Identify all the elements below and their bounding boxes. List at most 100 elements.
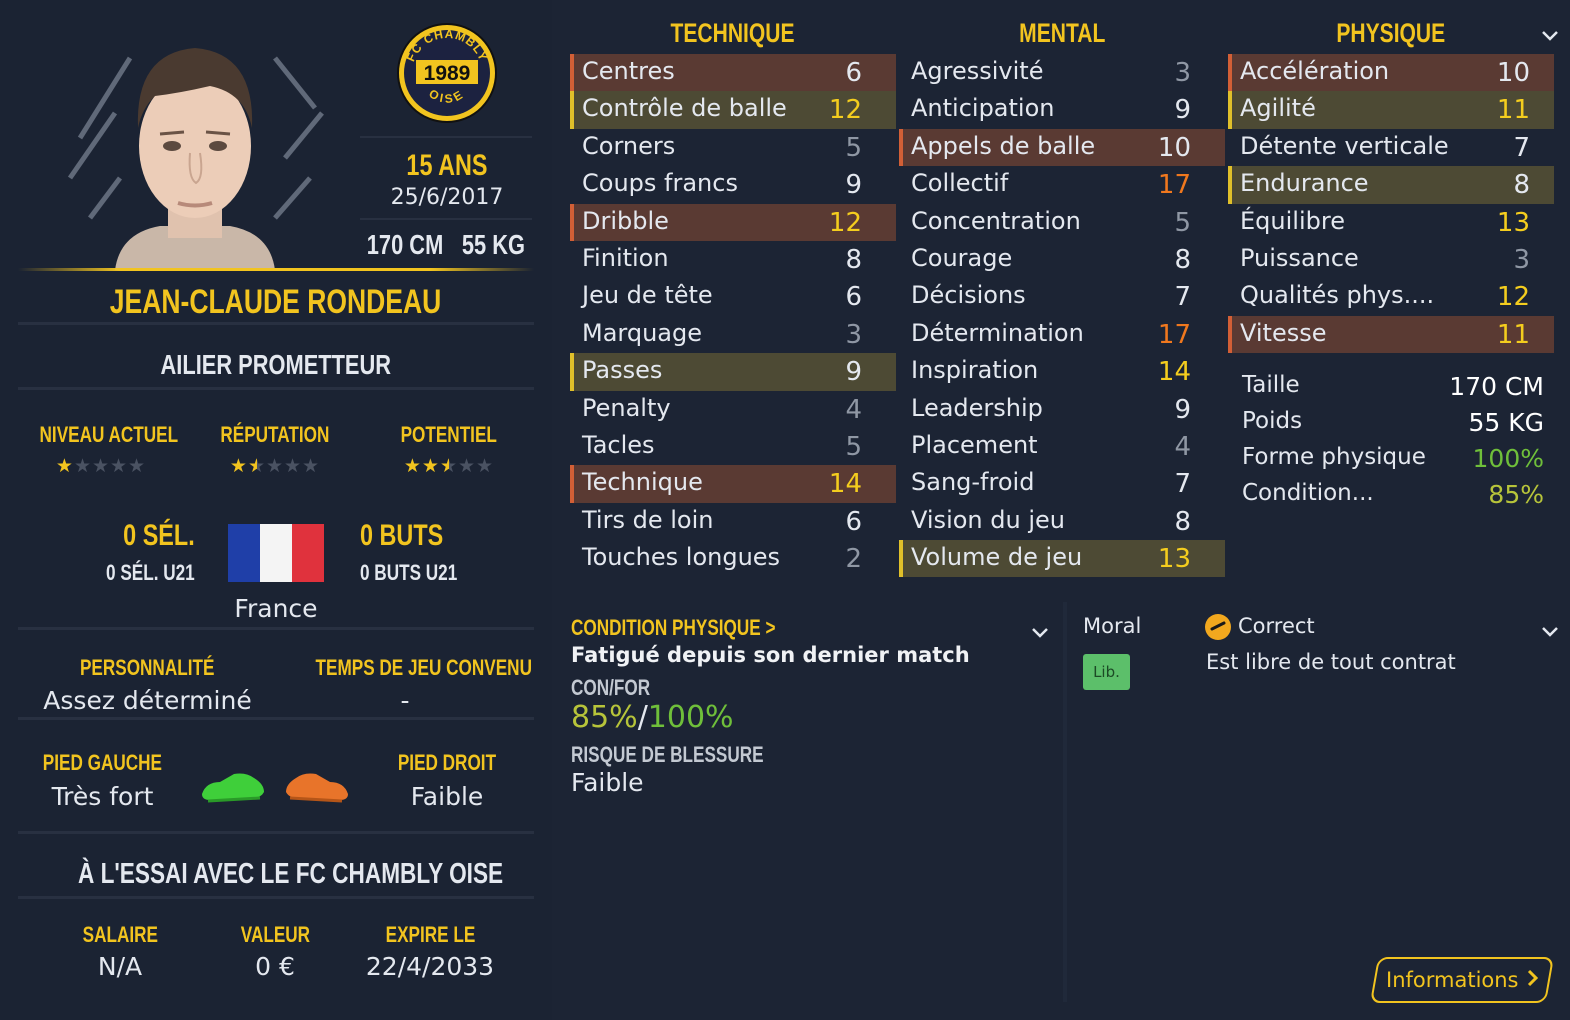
attribute-value: 9 <box>1174 394 1191 425</box>
player-role: AILIER PROMETTEUR <box>160 349 392 380</box>
attribute-row[interactable]: Placement 4 <box>899 428 1225 465</box>
mental-column: MENTAL Agressivité 3 Anticipation 9 Appels d… <box>899 18 1225 578</box>
contract-status: Est libre de tout contrat <box>1206 650 1456 674</box>
body-measure-label: Forme physique <box>1242 444 1426 470</box>
attribute-name: Appels de balle <box>911 131 1096 160</box>
attribute-value: 14 <box>1157 357 1191 388</box>
attribute-row[interactable]: Contrôle de balle 12 <box>570 91 896 129</box>
attribute-name: Marquage <box>582 318 703 347</box>
condition-header-link[interactable]: CONDITION PHYSIQUE > <box>571 615 776 641</box>
attribute-value: 6 <box>845 506 862 537</box>
attribute-name: Corners <box>582 131 676 160</box>
informations-button[interactable]: Informations <box>1369 957 1555 1003</box>
body-measure-row: Poids 55 KG <box>1242 404 1544 440</box>
attribute-row[interactable]: Accélération 10 <box>1228 54 1554 92</box>
attribute-row[interactable]: Penalty 4 <box>570 391 896 428</box>
attribute-value: 12 <box>828 95 862 126</box>
condition-status: Fatigué depuis son dernier match <box>571 643 970 667</box>
attribute-name: Vision du jeu <box>911 505 1065 534</box>
value-label: VALEUR <box>240 922 310 947</box>
player-age: 15 ANS <box>406 149 488 182</box>
attribute-row[interactable]: Centres 6 <box>570 54 896 92</box>
attribute-row[interactable]: Concentration 5 <box>899 204 1225 241</box>
attribute-value: 8 <box>1174 244 1191 275</box>
player-weight: 55 KG <box>461 229 525 260</box>
attribute-row[interactable]: Tacles 5 <box>570 428 896 465</box>
attribute-row[interactable]: Jeu de tête 6 <box>570 278 896 315</box>
attribute-row[interactable]: Puissance 3 <box>1228 241 1554 278</box>
attribute-row[interactable]: Inspiration 14 <box>899 353 1225 390</box>
attribute-value: 8 <box>1513 170 1530 201</box>
attribute-value: 11 <box>1496 95 1530 126</box>
attribute-value: 3 <box>1174 58 1191 88</box>
technique-column: TECHNIQUE Centres 6 Contrôle de balle 12 Cor… <box>570 18 896 577</box>
contract-badge[interactable]: Lib. <box>1083 654 1130 690</box>
attribute-value: 13 <box>1496 207 1530 238</box>
informations-label: Informations <box>1385 968 1519 992</box>
attribute-name: Dribble <box>582 206 669 235</box>
right-boot-icon <box>282 768 350 808</box>
value-value: 0 € <box>255 952 295 981</box>
attribute-row[interactable]: Technique 14 <box>570 465 896 503</box>
attribute-name: Détermination <box>911 318 1084 347</box>
attribute-value: 17 <box>1157 319 1191 350</box>
attribute-row[interactable]: Équilibre 13 <box>1228 204 1554 241</box>
attribute-row[interactable]: Vitesse 11 <box>1228 315 1554 354</box>
morale-icon <box>1205 614 1231 640</box>
attribute-row[interactable]: Agilité 11 <box>1228 91 1554 129</box>
attribute-value: 11 <box>1496 319 1530 350</box>
salary-label: SALAIRE <box>82 922 158 947</box>
attribute-name: Finition <box>582 243 669 272</box>
trial-status: À L'ESSAI AVEC LE FC CHAMBLY OISE <box>77 858 504 890</box>
attribute-value: 12 <box>1496 282 1530 313</box>
nationality-name[interactable]: France <box>18 594 534 623</box>
attribute-row[interactable]: Coups francs 9 <box>570 166 896 203</box>
left-foot-label: PIED GAUCHE <box>42 750 163 775</box>
attribute-value: 4 <box>845 394 862 425</box>
attribute-row[interactable]: Détente verticale 7 <box>1228 129 1554 166</box>
nationality-flag[interactable] <box>228 524 324 582</box>
attribute-row[interactable]: Touches longues 2 <box>570 540 896 577</box>
attribute-row[interactable]: Tirs de loin 6 <box>570 503 896 540</box>
playtime-value: - <box>400 686 410 715</box>
attribute-row[interactable]: Sang-froid 7 <box>899 465 1225 502</box>
attribute-row[interactable]: Marquage 3 <box>570 316 896 353</box>
current-ability-stars: ★★★★★ <box>55 455 147 477</box>
chevron-down-icon[interactable] <box>1540 624 1560 643</box>
attribute-row[interactable]: Collectif 17 <box>899 166 1225 203</box>
attribute-value: 6 <box>845 58 862 88</box>
attribute-row[interactable]: Appels de balle 10 <box>899 128 1225 167</box>
attribute-row[interactable]: Passes 9 <box>570 353 896 391</box>
attribute-row[interactable]: Anticipation 9 <box>899 91 1225 128</box>
attribute-row[interactable]: Courage 8 <box>899 241 1225 278</box>
attribute-row[interactable]: Dribble 12 <box>570 203 896 241</box>
attribute-row[interactable]: Agressivité 3 <box>899 54 1225 91</box>
technique-header[interactable]: TECHNIQUE <box>671 18 795 49</box>
svg-text:1989: 1989 <box>424 62 471 85</box>
mental-header[interactable]: MENTAL <box>1019 18 1105 49</box>
attribute-name: Passes <box>582 356 663 385</box>
attribute-row[interactable]: Endurance 8 <box>1228 166 1554 204</box>
attribute-row[interactable]: Finition 8 <box>570 241 896 278</box>
chevron-down-icon[interactable] <box>1540 28 1560 42</box>
physique-header[interactable]: PHYSIQUE <box>1337 18 1446 49</box>
injury-risk-value: Faible <box>571 768 644 797</box>
body-measure-row: Condition... 85% <box>1242 476 1544 512</box>
chevron-down-icon[interactable] <box>1030 625 1050 644</box>
attribute-value: 3 <box>845 319 862 350</box>
injury-risk-label: RISQUE DE BLESSURE <box>571 742 764 767</box>
attribute-row[interactable]: Vision du jeu 8 <box>899 503 1225 540</box>
attribute-row[interactable]: Leadership 9 <box>899 391 1225 428</box>
club-crest[interactable]: 1989 FC CHAMBLY OISE <box>396 22 498 124</box>
attribute-row[interactable]: Détermination 17 <box>899 316 1225 353</box>
attribute-value: 9 <box>845 357 862 388</box>
body-measure-value: 100% <box>1472 444 1544 473</box>
potential-stars: ★★★★★ <box>403 455 495 477</box>
attribute-name: Sang-froid <box>911 468 1035 497</box>
attribute-row[interactable]: Qualités phys.... 12 <box>1228 278 1554 315</box>
attribute-row[interactable]: Volume de jeu 13 <box>899 540 1225 578</box>
attribute-value: 7 <box>1174 282 1191 313</box>
attribute-row[interactable]: Corners 5 <box>570 129 896 166</box>
attribute-value: 8 <box>845 244 862 275</box>
attribute-row[interactable]: Décisions 7 <box>899 278 1225 315</box>
